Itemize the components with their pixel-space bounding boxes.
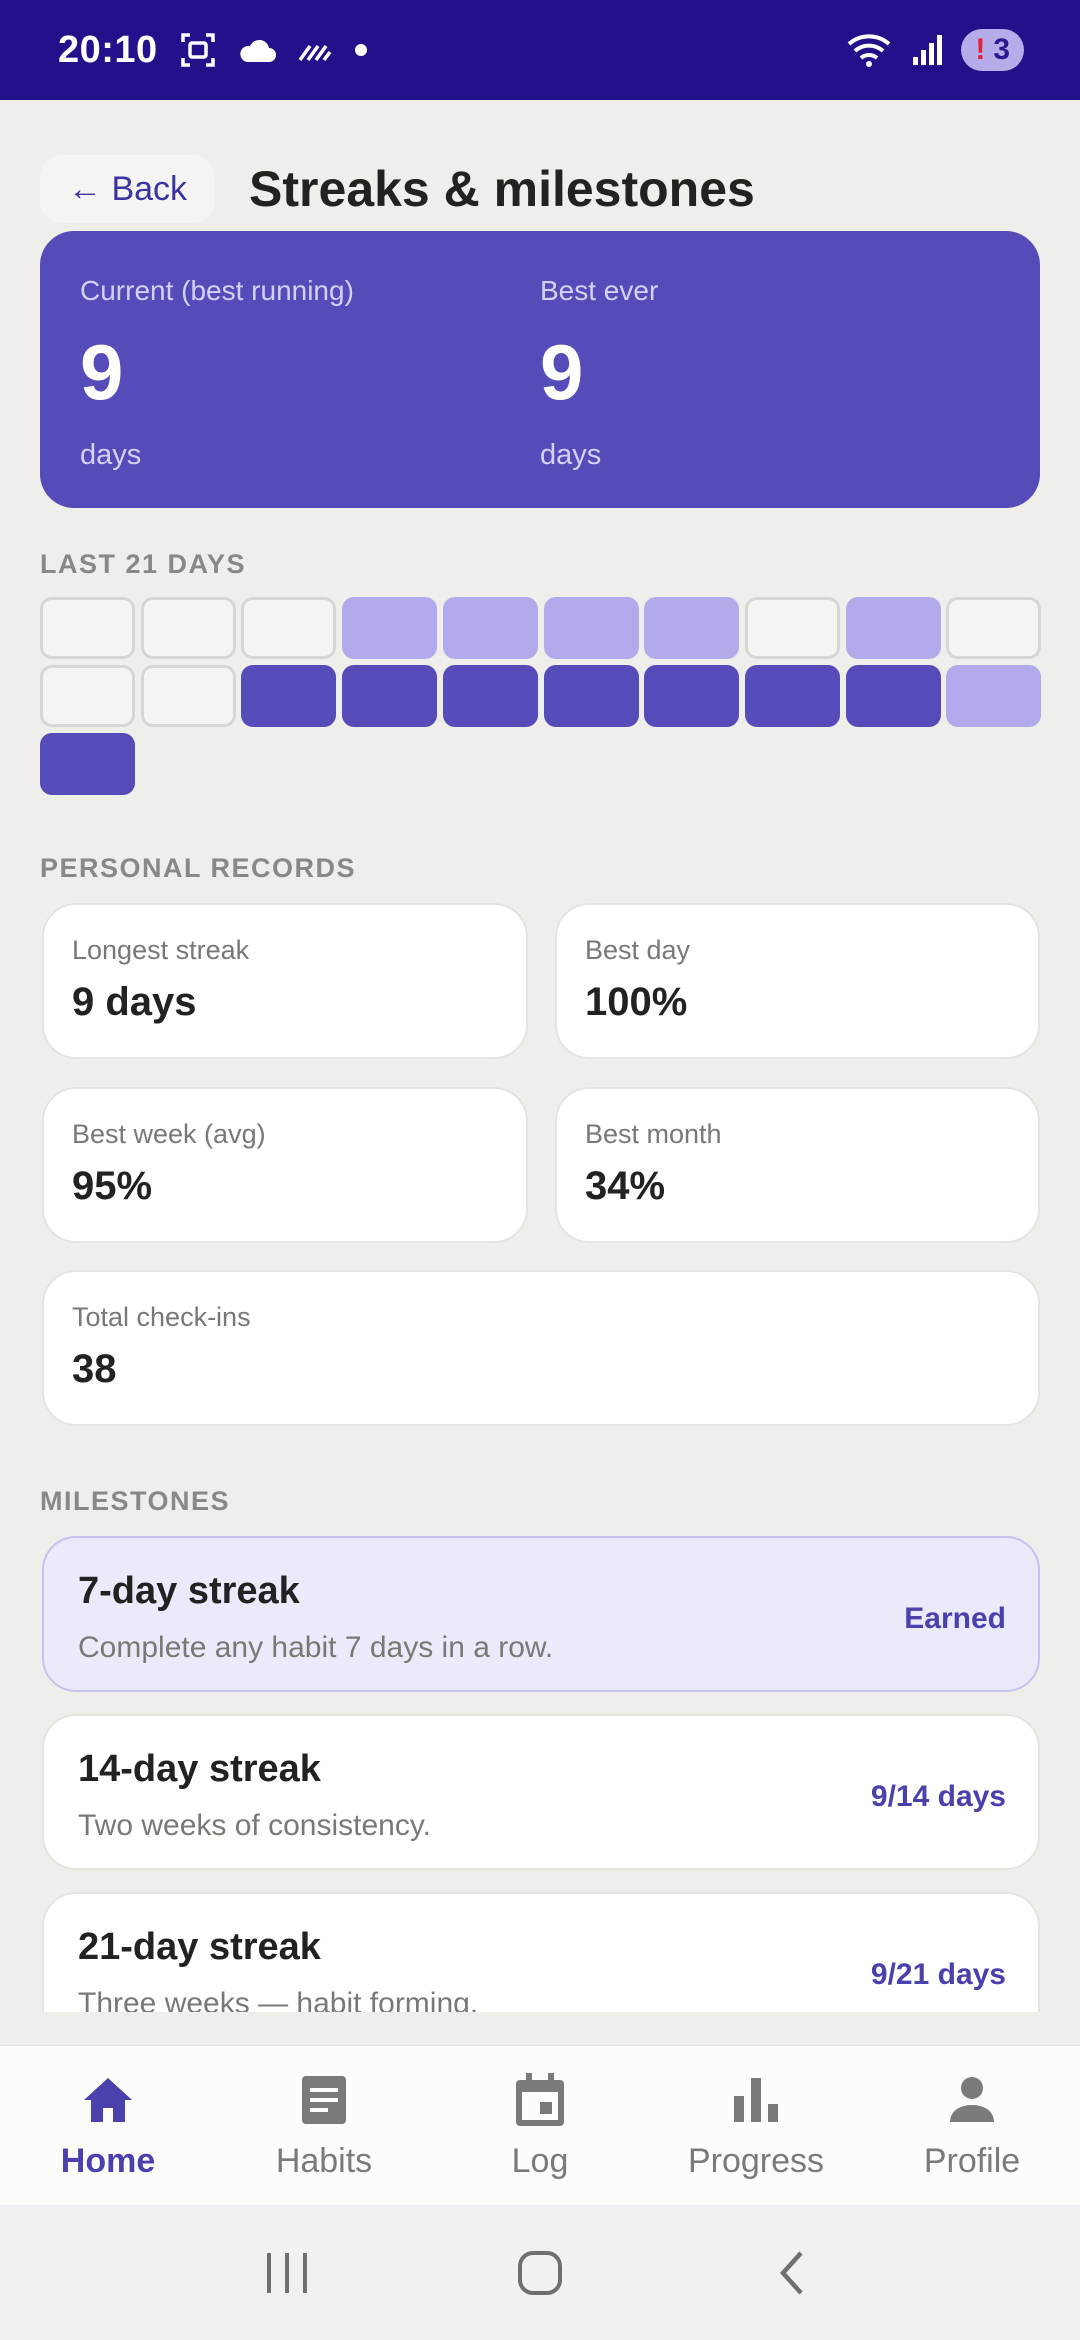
signal-lines-icon bbox=[298, 44, 332, 62]
day-cell bbox=[845, 597, 941, 659]
milestone-desc: Complete any habit 7 days in a row. bbox=[78, 1631, 554, 1664]
milestone-desc: Three weeks — habit forming. bbox=[78, 1987, 479, 2012]
habits-icon bbox=[302, 2076, 346, 2124]
home-icon bbox=[84, 2078, 132, 2122]
notification-count: 3 bbox=[993, 33, 1010, 66]
current-streak: Current (best running) 9 days bbox=[80, 275, 540, 508]
record-card-best-week: Best week (avg) 95% bbox=[42, 1087, 528, 1243]
day-cell bbox=[140, 597, 236, 659]
status-icons-right: ! 3 bbox=[845, 29, 1024, 71]
last-days-label: LAST 21 DAYS bbox=[40, 549, 247, 579]
day-cell bbox=[644, 665, 740, 727]
day-cell bbox=[40, 665, 135, 727]
record-value: 38 bbox=[72, 1347, 117, 1391]
day-cell bbox=[140, 665, 236, 727]
record-label: Total check-ins bbox=[72, 1302, 251, 1332]
notification-badge[interactable]: ! 3 bbox=[961, 29, 1024, 71]
milestone-desc: Two weeks of consistency. bbox=[78, 1809, 431, 1842]
day-cell bbox=[543, 597, 639, 659]
alert-mark: ! bbox=[975, 33, 986, 66]
nav-item-home[interactable]: Home bbox=[0, 2046, 216, 2205]
record-value: 9 days bbox=[72, 980, 197, 1024]
calendar-icon bbox=[516, 2073, 564, 2126]
cloud-icon bbox=[240, 39, 276, 62]
current-streak-unit: days bbox=[80, 439, 142, 471]
streak-summary-card: Current (best running) 9 days Best ever … bbox=[40, 231, 1040, 508]
best-streak-value: 9 bbox=[540, 328, 584, 416]
status-time: 20:10 bbox=[58, 28, 158, 71]
record-label: Best day bbox=[585, 935, 691, 965]
screenshot-icon bbox=[180, 33, 215, 67]
milestone-status: Earned bbox=[904, 1602, 1006, 1635]
records-label: PERSONAL RECORDS bbox=[40, 853, 357, 883]
day-cell bbox=[442, 665, 538, 727]
current-streak-value: 9 bbox=[80, 328, 124, 416]
milestone-status: 9/21 days bbox=[870, 1958, 1006, 1991]
day-cell bbox=[442, 597, 538, 659]
record-card-longest-streak: Longest streak 9 days bbox=[42, 903, 528, 1059]
home-circle-icon[interactable] bbox=[516, 2249, 564, 2297]
day-cell bbox=[241, 665, 337, 727]
nav-item-progress[interactable]: Progress bbox=[648, 2046, 864, 2205]
nav-label: Home bbox=[60, 2142, 156, 2180]
milestone-status: 9/14 days bbox=[870, 1780, 1006, 1813]
day-cell bbox=[744, 665, 840, 727]
milestone-card-7-day[interactable]: 7-day streak Complete any habit 7 days i… bbox=[42, 1536, 1040, 1692]
wifi-icon bbox=[847, 34, 891, 67]
best-streak-unit: days bbox=[540, 439, 602, 471]
cell-signal-icon bbox=[913, 35, 943, 65]
nav-label: Log bbox=[511, 2142, 569, 2180]
milestone-card-14-day[interactable]: 14-day streak Two weeks of consistency. … bbox=[42, 1714, 1040, 1870]
record-card-best-day: Best day 100% bbox=[555, 903, 1040, 1059]
day-cell bbox=[644, 597, 740, 659]
header: ← Back Streaks & milestones bbox=[40, 134, 1040, 244]
record-value: 95% bbox=[72, 1164, 153, 1208]
record-label: Longest streak bbox=[72, 935, 250, 965]
nav-item-profile[interactable]: Profile bbox=[864, 2046, 1080, 2205]
bar-chart-icon bbox=[734, 2078, 778, 2122]
record-card-total-checkins: Total check-ins 38 bbox=[42, 1270, 1040, 1426]
nav-label: Profile bbox=[923, 2142, 1021, 2180]
milestone-title: 7-day streak bbox=[78, 1570, 300, 1612]
status-icons-left bbox=[180, 32, 368, 68]
person-icon bbox=[950, 2077, 994, 2122]
day-cell bbox=[845, 665, 941, 727]
day-cell bbox=[40, 597, 135, 659]
milestone-card-21-day[interactable]: 21-day streak Three weeks — habit formin… bbox=[42, 1892, 1040, 2012]
recent-apps-icon[interactable] bbox=[263, 2249, 311, 2297]
day-cell bbox=[744, 597, 840, 659]
dot-icon bbox=[354, 44, 367, 56]
day-cell bbox=[342, 597, 438, 659]
record-value: 34% bbox=[585, 1164, 666, 1208]
bottom-nav: Home Habits Log Progress Profile bbox=[0, 2045, 1080, 2205]
nav-label: Progress bbox=[687, 2142, 825, 2180]
record-label: Best week (avg) bbox=[72, 1119, 266, 1149]
record-value: 100% bbox=[585, 980, 688, 1024]
milestones-list[interactable]: 7-day streak Complete any habit 7 days i… bbox=[0, 1500, 1080, 2012]
day-cell bbox=[543, 665, 639, 727]
system-nav-bar bbox=[0, 2205, 1080, 2340]
page-title: Streaks & milestones bbox=[249, 161, 755, 217]
status-bar: 20:10 ! 3 bbox=[0, 0, 1080, 100]
nav-item-log[interactable]: Log bbox=[432, 2046, 648, 2205]
back-nav-icon[interactable] bbox=[769, 2249, 817, 2297]
record-label: Best month bbox=[585, 1119, 722, 1149]
nav-item-habits[interactable]: Habits bbox=[216, 2046, 432, 2205]
day-cell bbox=[946, 597, 1042, 659]
nav-label: Habits bbox=[275, 2142, 373, 2180]
day-cell bbox=[946, 665, 1042, 727]
day-cell bbox=[40, 733, 135, 795]
best-streak: Best ever 9 days bbox=[540, 275, 1000, 508]
current-streak-label: Current (best running) bbox=[80, 275, 354, 306]
milestone-title: 21-day streak bbox=[78, 1926, 321, 1968]
record-card-best-month: Best month 34% bbox=[555, 1087, 1040, 1243]
day-cell bbox=[241, 597, 337, 659]
milestone-title: 14-day streak bbox=[78, 1748, 321, 1790]
day-cell bbox=[342, 665, 438, 727]
best-streak-label: Best ever bbox=[540, 275, 659, 306]
back-button[interactable]: ← Back bbox=[40, 155, 216, 223]
